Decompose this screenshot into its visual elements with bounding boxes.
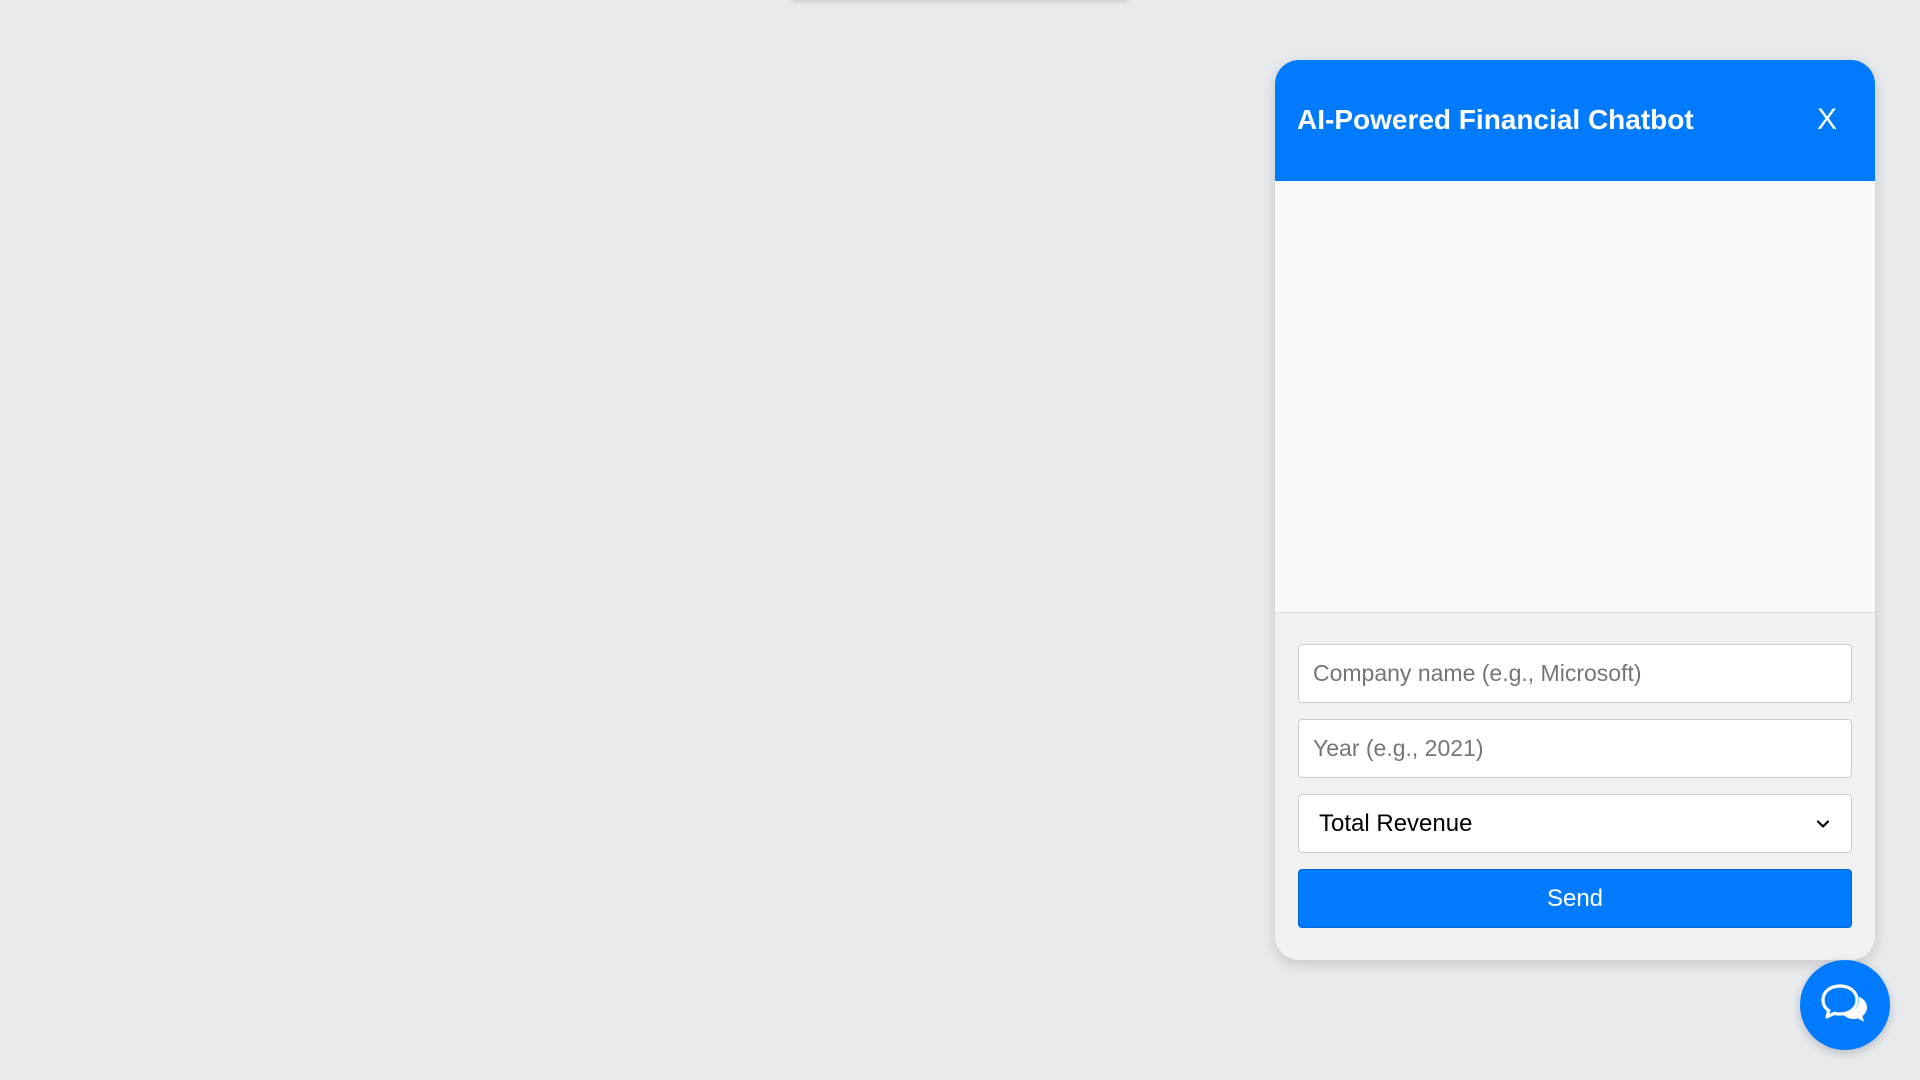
chat-input-area: Total Revenue Send [1275, 613, 1875, 960]
metric-select-value: Total Revenue [1319, 809, 1473, 837]
chat-bubbles-icon [1821, 984, 1867, 1022]
close-button[interactable]: X [1809, 100, 1845, 140]
chat-header: AI-Powered Financial Chatbot X [1275, 60, 1875, 181]
year-input[interactable] [1298, 719, 1852, 778]
chat-toggle-button[interactable] [1800, 960, 1890, 1050]
send-button[interactable]: Send [1298, 869, 1852, 928]
metric-select[interactable]: Total Revenue [1298, 794, 1852, 853]
chevron-down-icon [1816, 819, 1830, 828]
messages-area [1275, 181, 1875, 613]
chat-title: AI-Powered Financial Chatbot [1297, 104, 1694, 135]
chat-panel: AI-Powered Financial Chatbot X Total Rev… [1275, 60, 1875, 960]
company-name-input[interactable] [1298, 644, 1852, 703]
